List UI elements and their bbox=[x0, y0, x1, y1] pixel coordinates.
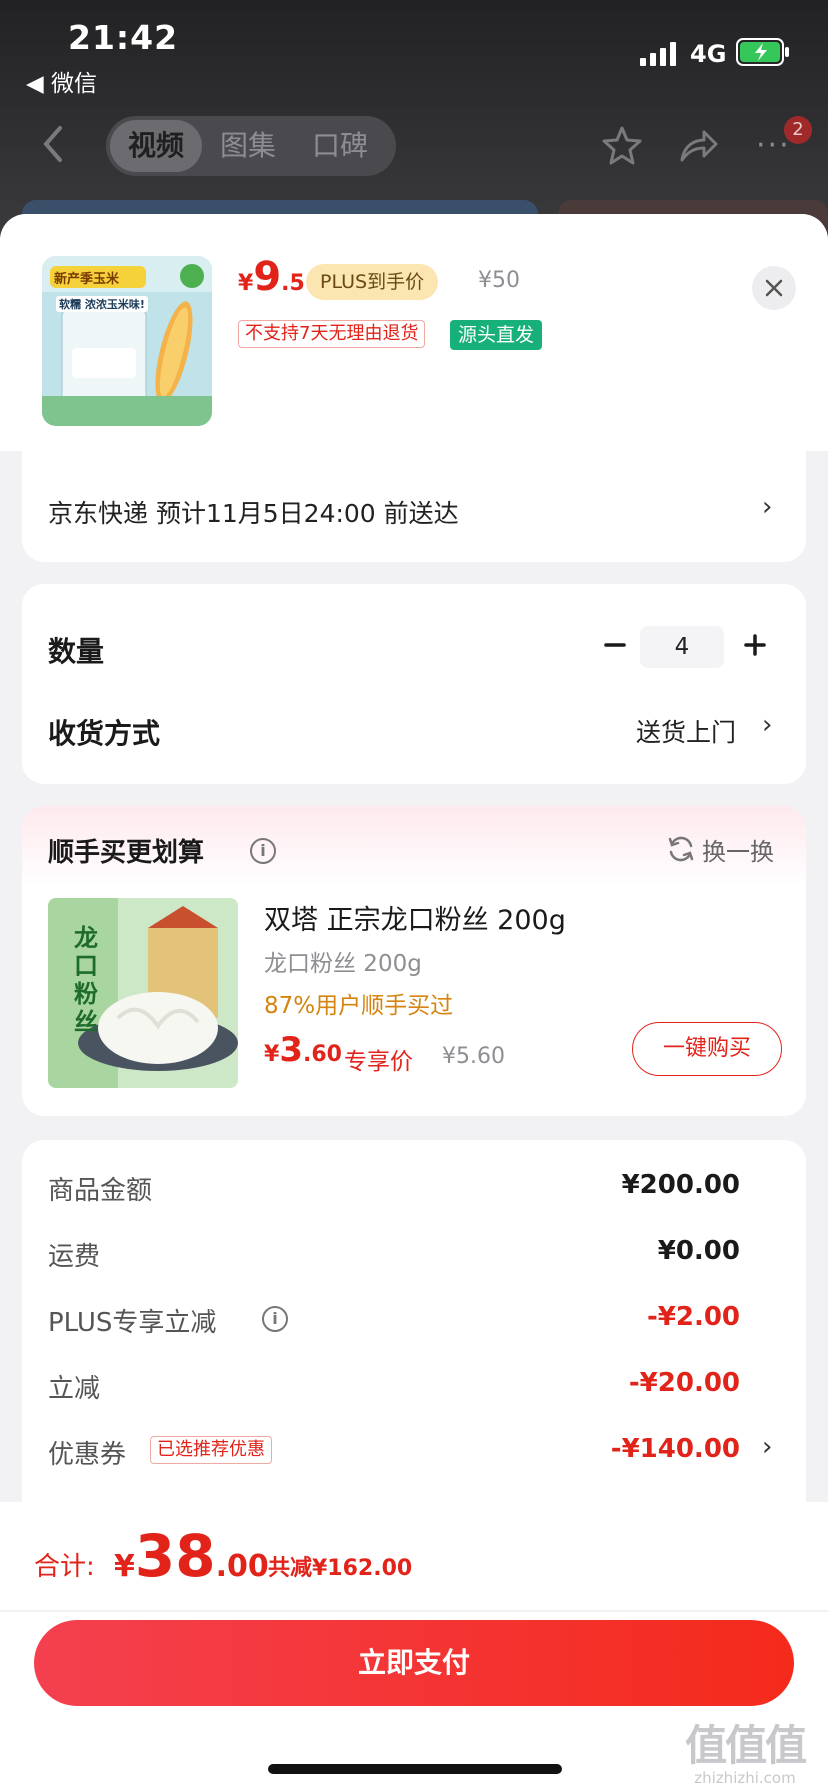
total-label: 合计: bbox=[34, 1552, 95, 1582]
one-click-buy-button[interactable]: 一键购买 bbox=[632, 1022, 782, 1076]
chevron-right-icon[interactable]: › bbox=[762, 710, 772, 740]
shipping-fee-label: 运费 bbox=[48, 1242, 101, 1272]
info-icon[interactable]: i bbox=[262, 1306, 288, 1332]
plus-discount-value: -¥2.00 bbox=[646, 1302, 740, 1332]
total-integer: 38 bbox=[134, 1522, 216, 1590]
chevron-right-icon[interactable]: › bbox=[762, 1432, 772, 1462]
close-icon bbox=[765, 279, 783, 297]
source-direct-tag: 源头直发 bbox=[450, 320, 543, 350]
product-header: 新产季玉米 软糯 浓浓玉米味! ¥9.5 PLUS到手价 ¥50 不支持7天无理… bbox=[0, 214, 828, 451]
delivery-estimate: 京东快递 预计11月5日24:00 前送达 bbox=[48, 499, 459, 528]
price-decimal: .5 bbox=[281, 271, 305, 296]
swap-button[interactable]: 换一换 bbox=[702, 832, 774, 867]
back-arrow-icon[interactable] bbox=[38, 124, 68, 164]
addon-original-price: ¥5.60 bbox=[442, 1044, 505, 1069]
chevron-right-icon: › bbox=[762, 492, 773, 522]
shipping-method-value[interactable]: 送货上门 bbox=[636, 713, 736, 749]
checkout-footer: 合计: ¥38.00 共减¥162.00 立即支付 值值值 zhizhizhi.… bbox=[0, 1502, 828, 1792]
signal-icon bbox=[640, 42, 676, 66]
instant-discount-label: 立减 bbox=[48, 1374, 101, 1404]
coupon-label: 优惠券 bbox=[48, 1440, 127, 1470]
addon-price-integer: 3 bbox=[279, 1030, 303, 1070]
exclusive-price-label: 专享价 bbox=[344, 1049, 413, 1075]
info-icon[interactable]: i bbox=[250, 838, 276, 864]
addon-price-currency: ¥ bbox=[264, 1042, 280, 1067]
quantity-card: 数量 4 收货方式 送货上门 › bbox=[22, 584, 806, 784]
no-return-tag: 不支持7天无理由退货 bbox=[238, 320, 426, 348]
watermark-glyphs: 值值值 bbox=[684, 1721, 807, 1770]
pay-now-button[interactable]: 立即支付 bbox=[34, 1620, 794, 1706]
top-nav: 视频 图集 口碑 ··· 2 bbox=[0, 110, 828, 180]
content-tabs: 视频 图集 口碑 bbox=[106, 116, 396, 176]
shipping-fee-value: ¥0.00 bbox=[657, 1236, 740, 1266]
price-integer: 9 bbox=[253, 254, 282, 300]
thumb-banner-text: 新产季玉米 bbox=[54, 272, 120, 287]
addon-social-proof: 87%用户顺手买过 bbox=[264, 993, 454, 1019]
plus-price-badge: PLUS到手价 bbox=[306, 264, 439, 300]
tab-gallery[interactable]: 图集 bbox=[220, 116, 276, 176]
coupon-value[interactable]: -¥140.00 bbox=[611, 1434, 740, 1464]
total-saved: 共减¥162.00 bbox=[268, 1556, 413, 1581]
notification-badge: 2 bbox=[784, 116, 812, 144]
tab-reviews[interactable]: 口碑 bbox=[312, 116, 368, 176]
star-icon[interactable] bbox=[600, 124, 644, 168]
minus-icon[interactable] bbox=[600, 630, 630, 660]
subtotal-label: 商品金额 bbox=[48, 1176, 153, 1206]
product-thumbnail[interactable]: 新产季玉米 软糯 浓浓玉米味! bbox=[42, 256, 212, 426]
back-to-wechat[interactable]: ◀ 微信 bbox=[26, 64, 97, 98]
network-type: 4G bbox=[690, 40, 727, 68]
plus-discount-label: PLUS专享立减 bbox=[48, 1308, 217, 1338]
quantity-stepper[interactable]: 4 bbox=[640, 626, 724, 668]
subtotal-value: ¥200.00 bbox=[621, 1170, 740, 1200]
share-icon[interactable] bbox=[676, 126, 720, 166]
original-price: ¥50 bbox=[478, 268, 520, 293]
close-button[interactable] bbox=[752, 266, 796, 310]
tab-video[interactable]: 视频 bbox=[110, 120, 203, 172]
thumb-vertical-text: 龙口粉丝 bbox=[74, 924, 98, 1036]
instant-discount-value: -¥20.00 bbox=[628, 1368, 740, 1398]
total-currency: ¥ bbox=[114, 1549, 135, 1584]
addon-price-decimal: .60 bbox=[302, 1042, 342, 1067]
quantity-label: 数量 bbox=[48, 635, 105, 668]
price-currency: ¥ bbox=[238, 271, 254, 296]
coupon-recommended-tag: 已选推荐优惠 bbox=[150, 1436, 272, 1464]
status-bar: 21:42 ◀ 微信 4G bbox=[0, 0, 828, 100]
thumb-slogan-text: 软糯 浓浓玉米味! bbox=[56, 296, 148, 312]
battery-charging-icon bbox=[736, 38, 789, 66]
status-time: 21:42 bbox=[68, 18, 179, 57]
addon-price: ¥3.60 bbox=[264, 1030, 342, 1070]
shipping-method-label: 收货方式 bbox=[48, 717, 161, 750]
addon-thumbnail[interactable]: 龙口粉丝 bbox=[48, 898, 238, 1088]
plus-price: ¥9.5 bbox=[238, 254, 305, 300]
addon-product-name[interactable]: 双塔 正宗龙口粉丝 200g bbox=[264, 898, 566, 937]
plus-icon[interactable] bbox=[740, 630, 770, 660]
total-price: ¥38.00 bbox=[114, 1522, 269, 1590]
total-decimal: .00 bbox=[215, 1549, 269, 1584]
refresh-icon[interactable] bbox=[666, 834, 696, 864]
watermark: 值值值 zhizhizhi.com bbox=[670, 1712, 820, 1787]
addon-title: 顺手买更划算 bbox=[48, 838, 205, 868]
home-indicator[interactable] bbox=[268, 1764, 562, 1774]
addon-card: 顺手买更划算 i 换一换 龙口粉丝 双塔 正宗龙口粉丝 200g 龙口粉丝 20… bbox=[22, 806, 806, 1116]
divider bbox=[0, 1610, 828, 1612]
addon-spec: 龙口粉丝 200g bbox=[264, 951, 422, 977]
